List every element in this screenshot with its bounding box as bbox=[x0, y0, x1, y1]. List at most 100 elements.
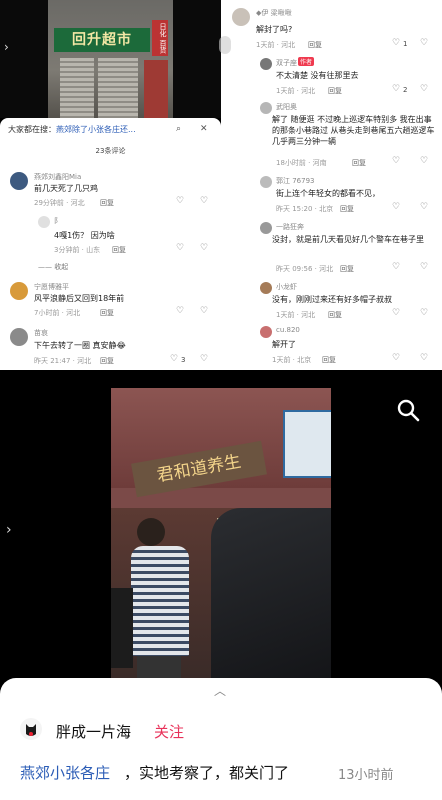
heart-icon[interactable]: ♡ bbox=[392, 202, 400, 212]
dislike-icon[interactable]: ♡ bbox=[420, 38, 428, 48]
collapse-replies[interactable]: —— 收起 bbox=[38, 262, 68, 272]
comment-author[interactable]: 苗哀 bbox=[34, 328, 48, 338]
avatar[interactable] bbox=[10, 172, 28, 190]
person-head bbox=[137, 518, 165, 546]
avatar[interactable] bbox=[232, 8, 250, 26]
heart-icon[interactable]: ♡ bbox=[392, 262, 400, 272]
heart-icon[interactable]: ♡ bbox=[176, 243, 184, 253]
avatar[interactable] bbox=[260, 222, 272, 234]
shop-sign: 回升超市 bbox=[54, 28, 150, 52]
search-icon[interactable]: ⌕ bbox=[176, 124, 181, 134]
heart-icon[interactable]: ♡ bbox=[392, 353, 400, 363]
reply-button[interactable]: 回复 bbox=[100, 198, 114, 208]
comment-text: 下午去转了一圈 真安静😂 bbox=[34, 341, 126, 350]
street-scene: 君和道养生 bbox=[111, 388, 331, 678]
close-icon[interactable]: ✕ bbox=[200, 124, 208, 134]
scroll-handle[interactable] bbox=[219, 36, 231, 54]
heart-icon[interactable]: ♡ bbox=[392, 38, 400, 48]
comment-meta: 1天前 · 河北 bbox=[276, 87, 316, 95]
comment-text: 风平浪静后又回到18年前 bbox=[34, 294, 125, 303]
heart-icon[interactable]: ♡ bbox=[392, 84, 400, 94]
scooter bbox=[111, 588, 133, 668]
author-badge: 作者 bbox=[298, 57, 315, 66]
dislike-icon[interactable]: ♡ bbox=[200, 354, 208, 364]
reply-button[interactable]: 回复 bbox=[340, 264, 354, 274]
reply-button[interactable]: 回复 bbox=[100, 356, 114, 366]
comment-author[interactable]: 燕郊刘鑫阳Mia bbox=[34, 172, 81, 182]
comment-text: 不太清楚 没有往那里去 bbox=[276, 71, 359, 80]
comment-meta: 1天前 · 河北 bbox=[276, 311, 316, 319]
top-left-video[interactable]: › 回升超市 日化 百货 bbox=[0, 0, 221, 118]
chevron-right-icon[interactable]: › bbox=[6, 522, 12, 538]
heart-icon[interactable]: ♡ bbox=[392, 156, 400, 166]
follow-button[interactable]: 关注 bbox=[154, 721, 184, 742]
comment-author[interactable]: 武阳奥 bbox=[276, 102, 297, 112]
reply-button[interactable]: 回复 bbox=[328, 86, 342, 96]
blue-sign bbox=[283, 410, 331, 478]
avatar[interactable] bbox=[10, 328, 28, 346]
reply-button[interactable]: 回复 bbox=[100, 308, 114, 318]
comment-author[interactable]: 小龙虾 bbox=[276, 282, 297, 292]
dislike-icon[interactable]: ♡ bbox=[200, 306, 208, 316]
search-icon[interactable] bbox=[396, 398, 420, 422]
comment-text: 4嘎1伤？ 因为啥 bbox=[54, 231, 115, 240]
shop-photo: 回升超市 日化 百货 bbox=[48, 0, 173, 118]
comment-author[interactable]: 宁愿博雅平 bbox=[34, 282, 69, 292]
comment-author[interactable]: ◆伊 梁啾啾 bbox=[256, 8, 292, 18]
dislike-icon[interactable]: ♡ bbox=[420, 262, 428, 272]
door bbox=[144, 60, 168, 118]
person-shirt bbox=[131, 546, 189, 656]
dislike-icon[interactable]: ♡ bbox=[420, 353, 428, 363]
comment-text: 街上连个年轻女的都看不见， bbox=[276, 189, 380, 198]
like-count: 2 bbox=[403, 86, 408, 94]
post-time: 13小时前 bbox=[338, 768, 394, 783]
dislike-icon[interactable]: ♡ bbox=[420, 202, 428, 212]
heart-icon[interactable]: ♡ bbox=[176, 306, 184, 316]
comment-author[interactable]: 阝 bbox=[54, 216, 61, 226]
reply-button[interactable]: 回复 bbox=[352, 158, 366, 168]
avatar[interactable] bbox=[20, 718, 42, 740]
hashtag-link[interactable]: 燕郊小张各庄 bbox=[20, 762, 110, 783]
dislike-icon[interactable]: ♡ bbox=[420, 156, 428, 166]
comment-author[interactable]: 双子座 bbox=[276, 58, 297, 68]
shutter bbox=[98, 58, 138, 118]
username[interactable]: 胖成一片海 bbox=[56, 721, 131, 742]
heart-icon[interactable]: ♡ bbox=[170, 354, 178, 364]
reply-button[interactable]: 回复 bbox=[340, 204, 354, 214]
comment-meta: 昨天 09:56 · 河北 bbox=[276, 265, 334, 273]
dislike-icon[interactable]: ♡ bbox=[200, 243, 208, 253]
comment-author[interactable]: 一路狂奔 bbox=[276, 222, 304, 232]
comment-meta: 昨天 21:47 · 河北 bbox=[34, 357, 92, 365]
dislike-icon[interactable]: ♡ bbox=[420, 308, 428, 318]
comment-author[interactable]: 郭江 76793 bbox=[276, 176, 315, 186]
reply-button[interactable]: 回复 bbox=[308, 40, 322, 50]
avatar[interactable] bbox=[260, 176, 272, 188]
dislike-icon[interactable]: ♡ bbox=[420, 84, 428, 94]
comment-meta: 18小时前 · 河南 bbox=[276, 159, 327, 167]
comment-meta: 1天前 · 河北 bbox=[256, 41, 296, 49]
comment-meta: 昨天 15:20 · 北京 bbox=[276, 205, 334, 213]
search-suggestion[interactable]: 大家都在搜：燕郊除了小张各庄还... bbox=[8, 124, 212, 142]
reply-button[interactable]: 回复 bbox=[112, 245, 126, 255]
person-pants bbox=[137, 656, 181, 678]
avatar[interactable] bbox=[260, 58, 272, 70]
like-count: 3 bbox=[181, 356, 186, 364]
reply-button[interactable]: 回复 bbox=[328, 310, 342, 320]
comment-text: 解开了 bbox=[272, 340, 296, 349]
avatar[interactable] bbox=[10, 282, 28, 300]
reply-button[interactable]: 回复 bbox=[322, 355, 336, 365]
avatar[interactable] bbox=[38, 216, 50, 228]
avatar[interactable] bbox=[260, 102, 272, 114]
heart-icon[interactable]: ♡ bbox=[176, 196, 184, 206]
shop-sign-side: 日化 百货 bbox=[152, 20, 168, 56]
chevron-right-icon[interactable]: › bbox=[4, 40, 9, 54]
chevron-up-icon[interactable]: ︿ bbox=[205, 682, 235, 699]
dislike-icon[interactable]: ♡ bbox=[200, 196, 208, 206]
comment-meta: 7小时前 · 河北 bbox=[34, 309, 81, 317]
comment-author[interactable]: cu.820 bbox=[276, 326, 300, 334]
like-count: 1 bbox=[403, 40, 408, 48]
avatar[interactable] bbox=[260, 326, 272, 338]
heart-icon[interactable]: ♡ bbox=[392, 308, 400, 318]
avatar[interactable] bbox=[260, 282, 272, 294]
search-suggestion-link[interactable]: 燕郊除了小张各庄还... bbox=[56, 125, 136, 134]
